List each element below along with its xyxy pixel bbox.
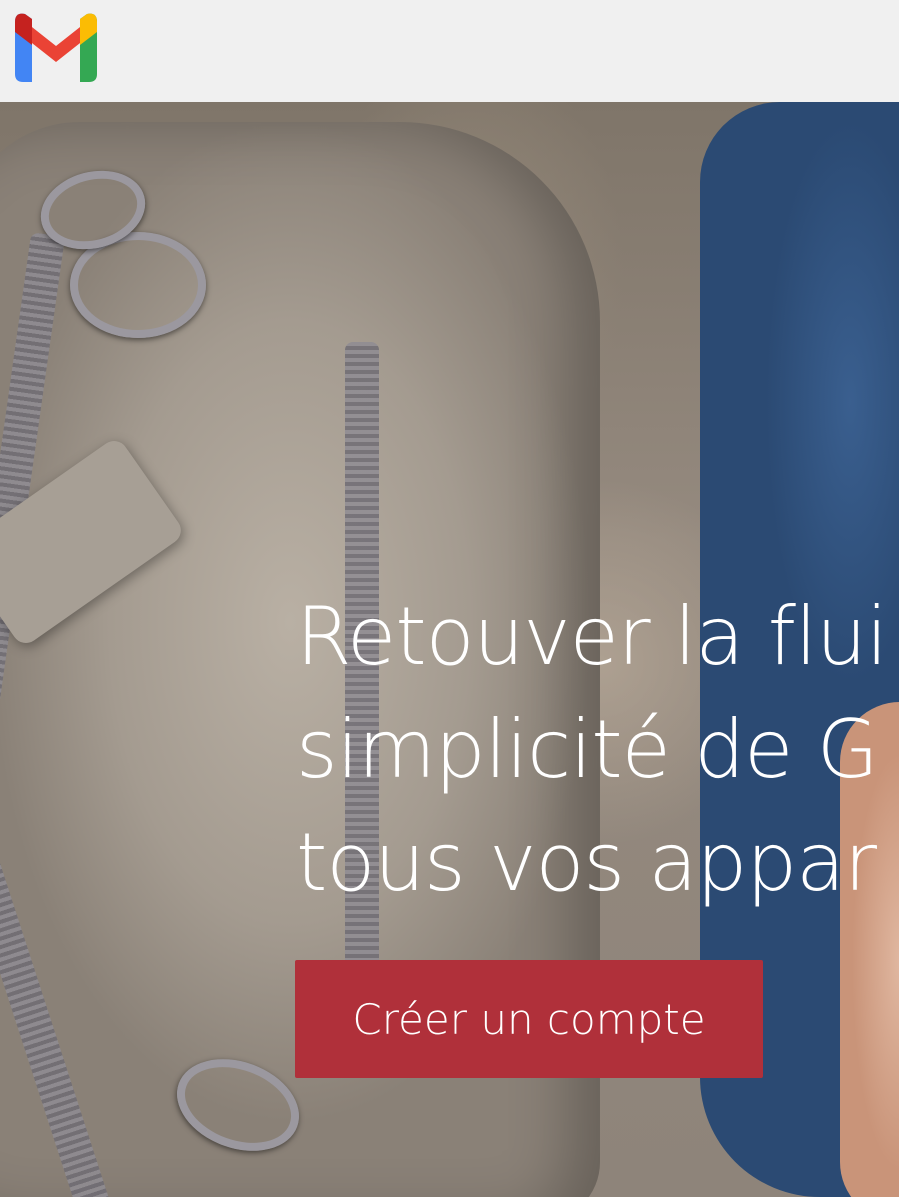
create-account-button[interactable]: Créer un compte	[295, 960, 763, 1078]
hero-title-line: Retouver la flui	[296, 590, 888, 683]
hero-title: Retouver la flui simplicité de G tous vo…	[296, 580, 888, 919]
hero-title-line: simplicité de G	[296, 703, 879, 796]
hero-banner: Retouver la flui simplicité de G tous vo…	[0, 102, 899, 1197]
gmail-logo-icon[interactable]	[15, 12, 97, 82]
top-header	[0, 0, 899, 102]
hero-title-line: tous vos appar	[296, 816, 877, 909]
